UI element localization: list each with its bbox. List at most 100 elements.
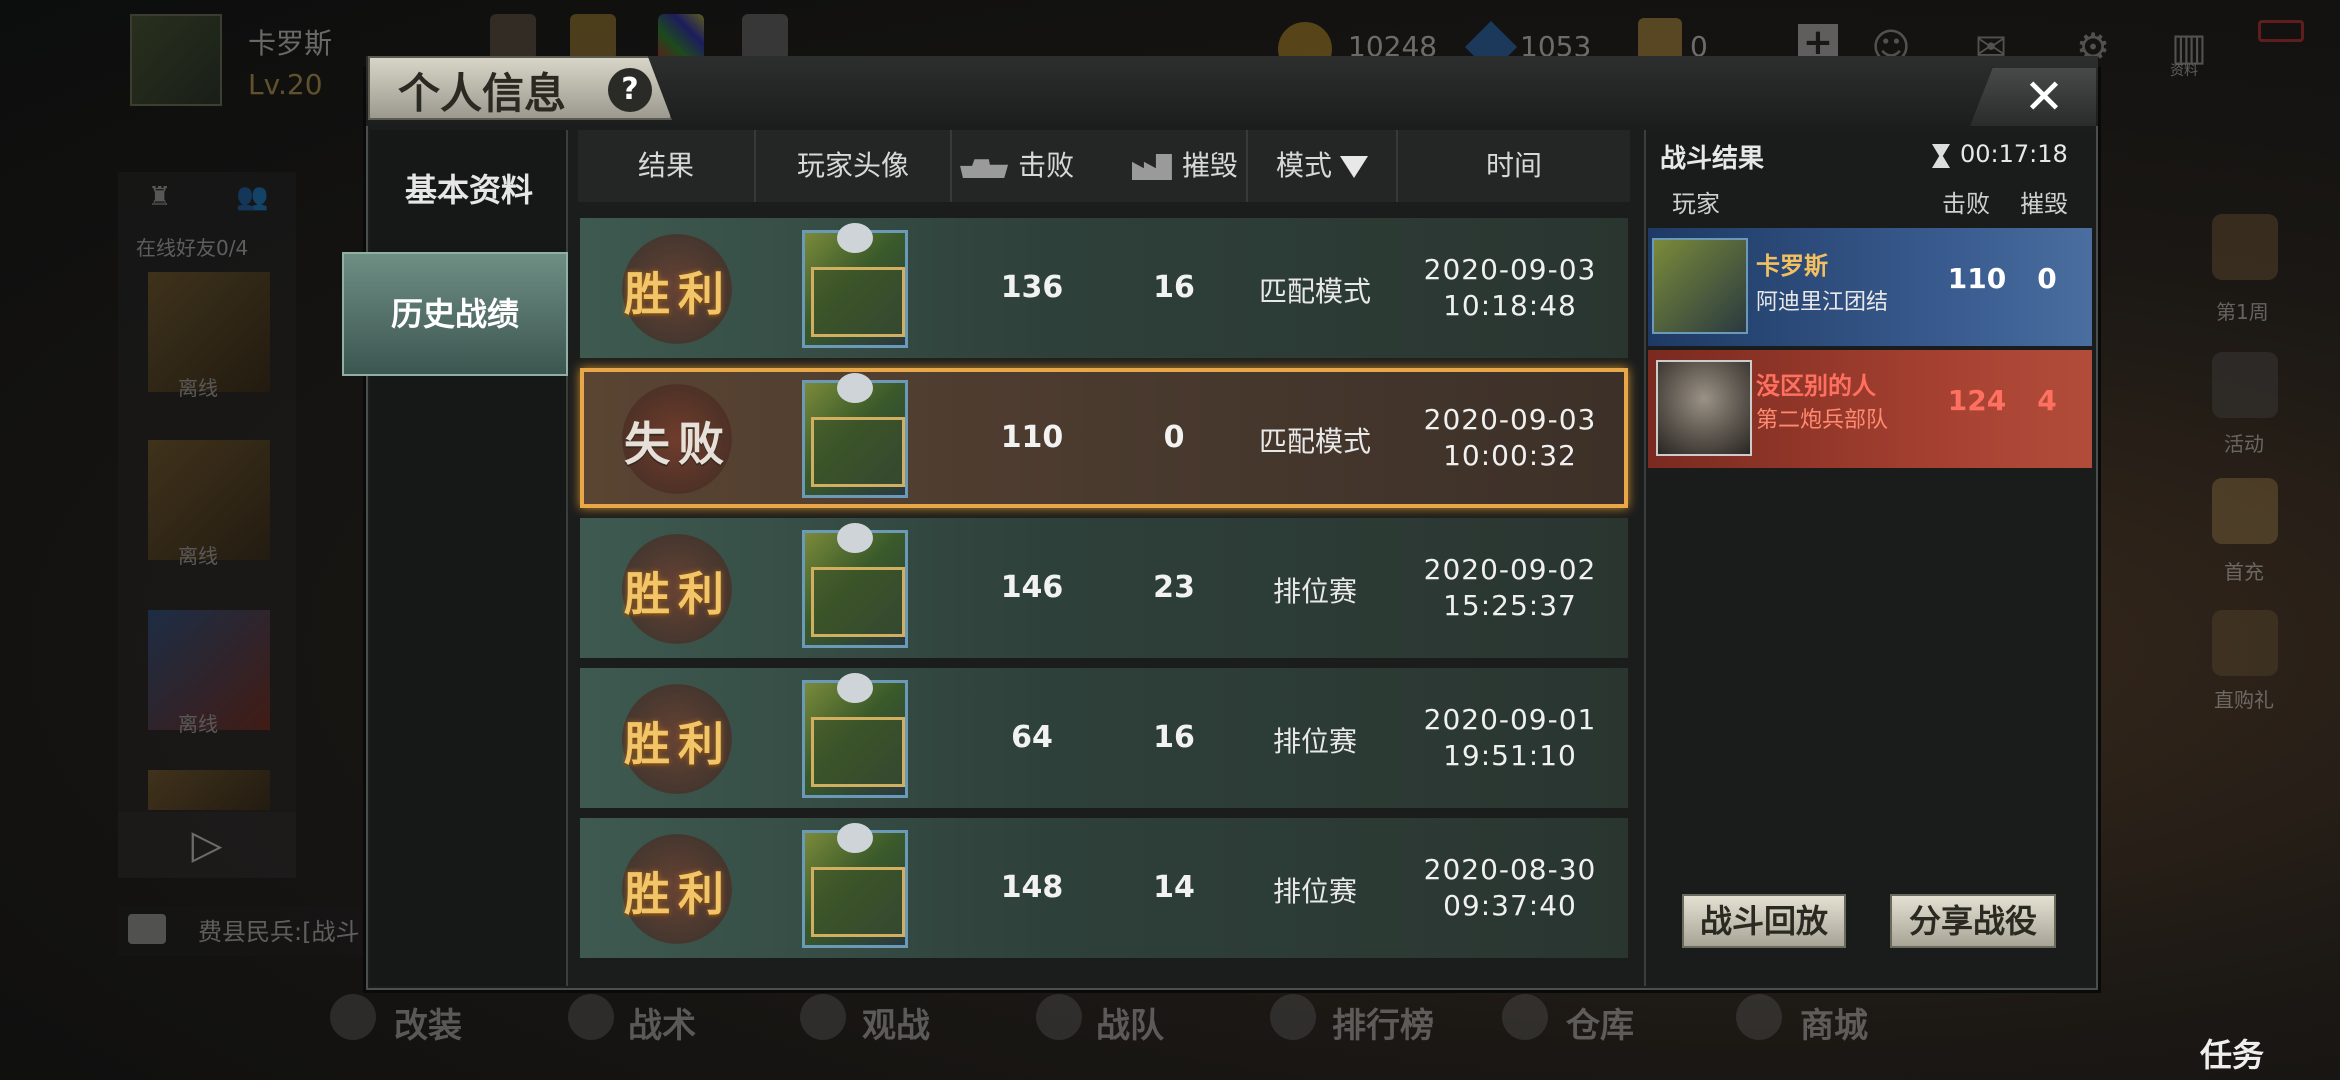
colorful-logo-icon[interactable] <box>658 14 704 60</box>
home-icon[interactable] <box>490 14 536 60</box>
friend-status: 离线 <box>178 712 218 736</box>
battle-time: 19:51:10 <box>1443 739 1577 772</box>
warehouse-icon[interactable] <box>1502 994 1548 1040</box>
player-avatar <box>802 673 908 798</box>
battle-date: 2020-09-03 <box>1423 403 1597 436</box>
kills-value: 64 <box>1011 720 1053 755</box>
mode-value: 排位赛 <box>1272 875 1357 908</box>
trophy-icon[interactable] <box>1270 994 1316 1040</box>
crown-icon[interactable] <box>570 14 616 60</box>
kills-value: 146 <box>1000 570 1064 605</box>
destroys-value: 0 <box>1163 420 1185 455</box>
result-label: 胜利 <box>624 567 732 621</box>
menu-team[interactable]: 战队 <box>1096 998 1164 1047</box>
result-label: 失败 <box>624 417 732 471</box>
crown-icon[interactable] <box>2212 478 2278 544</box>
header-destroys-label: 摧毁 <box>1181 149 1238 182</box>
player-kills: 124 <box>1947 384 2007 417</box>
expand-arrow-icon[interactable]: ▷ <box>118 812 296 878</box>
mission-button[interactable]: 任务 <box>2200 1030 2264 1076</box>
header-avatar-label: 玩家头像 <box>796 149 909 182</box>
online-friends-count: 在线好友0/4 <box>136 236 249 260</box>
battle-replay-button[interactable]: 战斗回放 <box>1682 894 1846 948</box>
battery-icon <box>2258 20 2304 42</box>
tank-icon <box>960 159 1009 178</box>
menu-warehouse[interactable]: 仓库 <box>1566 998 1634 1047</box>
destroys-value: 23 <box>1153 570 1195 605</box>
modify-icon[interactable] <box>330 994 376 1040</box>
share-battle-button[interactable]: 分享战役 <box>1890 894 2056 948</box>
menu-modify[interactable]: 改装 <box>394 998 462 1047</box>
header-mode-label: 模式 <box>1275 149 1332 182</box>
friend-card[interactable] <box>148 770 270 810</box>
player-avatar[interactable] <box>130 14 222 106</box>
menu-leaderboard[interactable]: 排行榜 <box>1332 998 1434 1047</box>
header-kills-label: 击败 <box>1018 149 1075 182</box>
player-avatar <box>802 823 908 948</box>
star-badge-icon[interactable] <box>2212 214 2278 280</box>
book-label: 资料 <box>2170 63 2198 79</box>
friend-status: 离线 <box>178 544 218 568</box>
header-kills-destroys: 击败 摧毁 <box>952 130 1248 202</box>
player-guild: 第二炮兵部队 <box>1756 408 1889 433</box>
kills-value: 110 <box>1000 420 1064 455</box>
menu-shop[interactable]: 商城 <box>1800 998 1868 1047</box>
shop-icon[interactable] <box>1736 994 1782 1040</box>
battle-date: 2020-09-03 <box>1423 253 1597 286</box>
grid-icon[interactable] <box>742 14 788 60</box>
result-label: 胜利 <box>624 867 732 921</box>
spectate-icon[interactable] <box>800 994 846 1040</box>
player-name: 卡罗斯 <box>248 27 333 60</box>
kills-value: 148 <box>1000 870 1064 905</box>
team-icon[interactable] <box>1036 994 1082 1040</box>
dropdown-triangle-icon[interactable] <box>1340 156 1368 178</box>
destroys-value: 14 <box>1153 870 1195 905</box>
friends-tab-icon[interactable]: 👥 <box>236 182 268 212</box>
chat-text: 费县民兵:[战斗 <box>198 918 360 946</box>
tactics-icon[interactable] <box>568 994 614 1040</box>
header-result-label: 结果 <box>637 149 694 182</box>
player-level: Lv.20 <box>248 68 323 101</box>
result-label: 胜利 <box>624 267 732 321</box>
menu-spectate[interactable]: 观战 <box>862 998 930 1047</box>
tab-basic-info[interactable]: 基本资料 <box>370 150 568 230</box>
player-name: 卡罗斯 <box>1756 252 1828 280</box>
header-mode[interactable]: 模式 <box>1248 130 1398 202</box>
player-avatar <box>1652 238 1748 334</box>
mode-value: 匹配模式 <box>1258 425 1371 458</box>
help-icon[interactable]: ? <box>608 68 652 112</box>
header-time-label: 时间 <box>1485 149 1542 182</box>
battle-time: 10:18:48 <box>1443 289 1577 322</box>
destroys-value: 16 <box>1153 270 1195 305</box>
header-time: 时间 <box>1398 130 1630 202</box>
tab-battle-history[interactable]: 历史战绩 <box>342 252 568 376</box>
player-destroys: 4 <box>2037 384 2057 417</box>
battle-time: 09:37:40 <box>1443 889 1577 922</box>
battle-time: 15:25:37 <box>1443 589 1577 622</box>
side-menu-label: 直购礼 <box>2214 688 2274 712</box>
menu-tactics[interactable]: 战术 <box>628 998 696 1047</box>
player-kills: 110 <box>1947 262 2007 295</box>
chat-icon[interactable] <box>128 914 166 944</box>
mode-value: 排位赛 <box>1272 725 1357 758</box>
player-result-card[interactable]: 卡罗斯 阿迪里江团结 110 0 <box>1648 228 2092 346</box>
header-avatar: 玩家头像 <box>756 130 952 202</box>
star-icon[interactable] <box>2212 352 2278 418</box>
header-result: 结果 <box>578 130 756 202</box>
result-header-player: 玩家 <box>1672 190 1720 218</box>
battle-time: 10:00:32 <box>1443 439 1577 472</box>
side-menu-label: 首充 <box>2224 560 2264 584</box>
player-guild: 阿迪里江团结 <box>1756 290 1889 315</box>
side-menu-label: 第1周 <box>2216 300 2269 324</box>
battle-date: 2020-09-01 <box>1423 703 1597 736</box>
rank-tab-icon[interactable]: ♜ <box>148 182 171 212</box>
player-avatar <box>802 223 908 348</box>
player-avatar <box>802 373 908 498</box>
player-result-card[interactable]: 没区别的人 第二炮兵部队 124 4 <box>1648 350 2092 468</box>
dialog-title: 个人信息 <box>398 69 567 118</box>
friend-status: 离线 <box>178 376 218 400</box>
destroys-value: 16 <box>1153 720 1195 755</box>
result-header-destroys: 摧毁 <box>2020 190 2068 218</box>
battle-date: 2020-09-02 <box>1423 553 1597 586</box>
gift-icon[interactable] <box>2212 610 2278 676</box>
